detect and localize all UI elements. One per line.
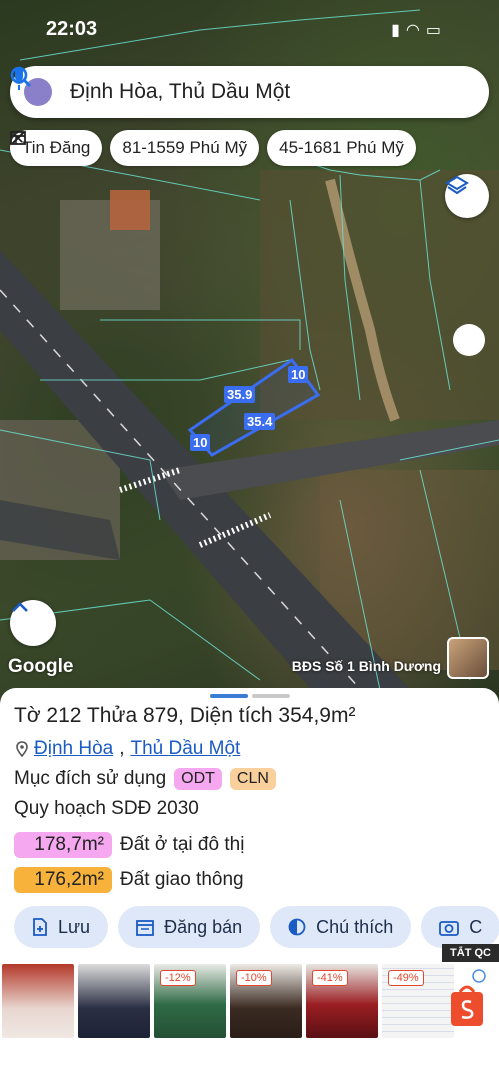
planning-row: Quy hoạch SDĐ 2030 bbox=[14, 798, 199, 820]
camera-label: C bbox=[469, 916, 483, 937]
purpose-tag-cln[interactable]: CLN bbox=[229, 768, 276, 790]
purpose-tag-odt[interactable]: ODT bbox=[174, 768, 222, 790]
planning-label: Quy hoạch SDĐ 2030 bbox=[14, 798, 199, 819]
plot-label-top: 35.9 bbox=[224, 386, 256, 403]
camera-button[interactable]: C bbox=[421, 906, 499, 948]
handle-inactive bbox=[252, 694, 290, 698]
save-button[interactable]: Lưu bbox=[14, 906, 109, 948]
provider-avatar[interactable] bbox=[447, 637, 489, 679]
calendar-icon bbox=[136, 920, 154, 936]
layers-button[interactable] bbox=[445, 174, 489, 218]
plot-label-left: 10 bbox=[190, 434, 211, 451]
signal-icon: ▮ bbox=[391, 22, 406, 39]
chip-label: 81-1559 Phú Mỹ bbox=[122, 138, 248, 157]
search-input[interactable]: Định Hòa, Thủ Dầu Một bbox=[70, 80, 409, 104]
map-control-dot[interactable] bbox=[453, 324, 485, 356]
provider-name: BĐS Số 1 Bình Dương bbox=[291, 658, 441, 674]
ad-banner[interactable]: TẮT QC -12% -10% -41% -49% bbox=[0, 944, 499, 1080]
layers-icon bbox=[445, 175, 469, 195]
status-time: 22:03 bbox=[46, 18, 98, 40]
google-logo: Google bbox=[8, 656, 74, 677]
pin-icon bbox=[16, 741, 28, 757]
location-separator: , bbox=[119, 738, 125, 759]
post-for-sale-button[interactable]: Đăng bán bbox=[118, 906, 261, 948]
plot-location: Định Hòa, Thủ Dầu Một bbox=[16, 738, 240, 760]
search-icon[interactable] bbox=[10, 66, 443, 109]
area-value: 178,7m² bbox=[14, 832, 112, 858]
contrast-icon bbox=[288, 918, 306, 936]
area-row-residential: 178,7m² Đất ở tại đô thị bbox=[14, 832, 244, 858]
satellite-map[interactable]: 35.9 35.4 10 10 22:03 ▮◠▭ Định Hòa, Thủ … bbox=[0, 0, 499, 700]
battery-icon: ▭ bbox=[425, 22, 447, 39]
ad-product[interactable] bbox=[2, 964, 74, 1038]
ad-product[interactable] bbox=[78, 964, 150, 1038]
discount-badge: -10% bbox=[236, 970, 272, 986]
legend-button[interactable]: Chú thích bbox=[270, 906, 412, 948]
area-desc: Đất ở tại đô thị bbox=[120, 834, 245, 855]
expand-up-button[interactable] bbox=[10, 600, 56, 646]
wifi-icon: ◠ bbox=[405, 22, 426, 39]
handle-active bbox=[210, 694, 248, 698]
close-ad-button[interactable]: TẮT QC bbox=[442, 944, 499, 962]
ad-product[interactable]: -10% bbox=[230, 964, 302, 1038]
discount-badge: -49% bbox=[388, 970, 424, 986]
chip-plot-2[interactable]: 45-1681 Phú Mỹ bbox=[11, 130, 416, 166]
discount-badge: -41% bbox=[312, 970, 348, 986]
location-ward-link[interactable]: Định Hòa bbox=[34, 738, 113, 760]
ad-product-list: -12% -10% -41% -49% bbox=[2, 964, 454, 1038]
plot-label-bottom: 35.4 bbox=[244, 413, 276, 430]
purpose-row: Mục đích sử dụng ODT CLN bbox=[14, 768, 276, 790]
discount-badge: -12% bbox=[160, 970, 196, 986]
ad-product[interactable]: -41% bbox=[306, 964, 378, 1038]
camera-icon bbox=[439, 921, 460, 936]
post-label: Đăng bán bbox=[164, 916, 243, 937]
plot-label-right: 10 bbox=[288, 366, 309, 383]
action-buttons: Lưu Đăng bán Chú thích C bbox=[14, 906, 499, 948]
sheet-handle[interactable] bbox=[210, 694, 290, 698]
location-city-link[interactable]: Thủ Dầu Một bbox=[131, 738, 241, 760]
mic-icon[interactable] bbox=[11, 67, 483, 109]
save-label: Lưu bbox=[58, 916, 91, 937]
plot-title: Tờ 212 Thửa 879, Diện tích 354,9m² bbox=[14, 704, 356, 727]
chip-label: Tin Đăng bbox=[22, 138, 91, 157]
ruler-icon bbox=[11, 131, 25, 145]
legend-label: Chú thích bbox=[316, 916, 394, 937]
shopee-logo-icon bbox=[451, 969, 486, 1026]
chevron-up-icon bbox=[12, 602, 28, 612]
purpose-label: Mục đích sử dụng bbox=[14, 768, 167, 789]
add-file-icon bbox=[33, 918, 47, 936]
chip-label: 45-1681 Phú Mỹ bbox=[279, 138, 404, 157]
ad-product[interactable]: -12% bbox=[154, 964, 226, 1038]
area-value: 176,2m² bbox=[14, 867, 112, 893]
status-icons: ▮◠▭ bbox=[391, 20, 447, 40]
filter-chips: Tin Đăng 81-1559 Phú Mỹ 45-1681 Phú Mỹ bbox=[10, 130, 416, 166]
search-bar[interactable]: Định Hòa, Thủ Dầu Một bbox=[10, 66, 489, 118]
area-row-traffic: 176,2m² Đất giao thông bbox=[14, 867, 244, 893]
area-desc: Đất giao thông bbox=[120, 869, 244, 890]
chip-plot-1[interactable]: 81-1559 Phú Mỹ bbox=[110, 130, 260, 166]
